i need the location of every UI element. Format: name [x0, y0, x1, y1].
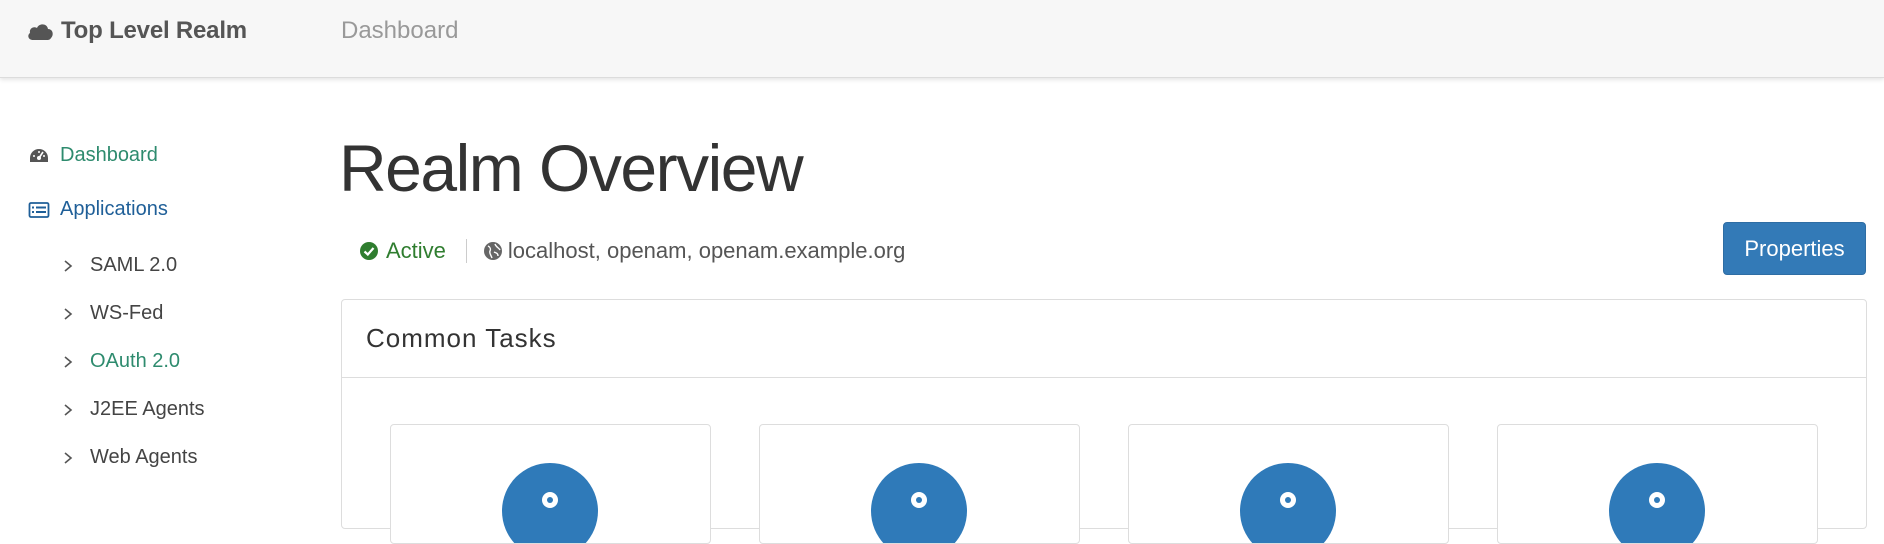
sidebar: Dashboard Applications SAML 2.0 WS-Fed O… [0, 78, 320, 500]
realm-status-row: Active localhost, openam, openam.example… [359, 236, 905, 266]
task-icon-circle [871, 463, 967, 543]
globe-icon [483, 242, 502, 260]
chevron-right-icon [64, 451, 73, 464]
task-card[interactable] [390, 424, 711, 544]
sidebar-subitem-label: WS-Fed [90, 302, 164, 324]
task-icon-circle [1609, 463, 1705, 543]
brand[interactable]: Top Level Realm [26, 14, 247, 48]
chevron-right-icon [64, 259, 73, 272]
panel-title: Common Tasks [366, 323, 557, 353]
panel-heading: Common Tasks [342, 300, 1866, 378]
gear-icon [1649, 492, 1665, 508]
hosts-text: localhost, openam, openam.example.org [507, 238, 906, 263]
task-card[interactable] [759, 424, 1080, 544]
gear-icon [542, 492, 558, 508]
sidebar-subitem-label: Web Agents [90, 446, 198, 468]
chevron-right-icon [64, 307, 73, 320]
sidebar-subitem-web-agents[interactable]: Web Agents [62, 446, 197, 469]
chevron-right-icon [64, 355, 73, 368]
sidebar-subitem-oauth[interactable]: OAuth 2.0 [62, 350, 180, 373]
dashboard-icon [30, 148, 48, 162]
nav-link-dashboard[interactable]: Dashboard [341, 14, 458, 48]
status-text: Active [386, 238, 446, 263]
sidebar-item-applications[interactable]: Applications [28, 198, 168, 221]
status-badge: Active [359, 238, 446, 264]
realm-hosts: localhost, openam, openam.example.org [483, 238, 905, 264]
page-title: Realm Overview [339, 131, 804, 205]
task-icon-circle [1240, 463, 1336, 543]
sidebar-subitem-label: J2EE Agents [90, 398, 205, 420]
task-card[interactable] [1128, 424, 1449, 544]
top-navbar: Top Level Realm Dashboard [0, 0, 1884, 78]
sidebar-subitem-label: SAML 2.0 [90, 254, 178, 276]
common-tasks-panel: Common Tasks [341, 299, 1867, 544]
sidebar-item-label: Dashboard [60, 144, 158, 166]
sidebar-subitem-j2ee-agents[interactable]: J2EE Agents [62, 398, 205, 421]
sidebar-item-dashboard[interactable]: Dashboard [28, 144, 158, 167]
properties-button[interactable]: Properties [1723, 222, 1866, 275]
chevron-right-icon [64, 403, 73, 416]
task-card[interactable] [1497, 424, 1818, 544]
brand-title: Top Level Realm [61, 17, 247, 44]
list-icon [28, 201, 50, 218]
sidebar-subitem-label: OAuth 2.0 [90, 350, 181, 372]
task-icon-circle [502, 463, 598, 543]
cloud-icon [28, 24, 53, 40]
divider [465, 239, 467, 263]
gear-icon [911, 492, 927, 508]
sidebar-subitem-wsfed[interactable]: WS-Fed [62, 302, 163, 325]
sidebar-subitem-saml[interactable]: SAML 2.0 [62, 254, 177, 277]
sidebar-item-label: Applications [60, 198, 168, 220]
gear-icon [1280, 492, 1296, 508]
check-circle-icon [360, 242, 378, 260]
